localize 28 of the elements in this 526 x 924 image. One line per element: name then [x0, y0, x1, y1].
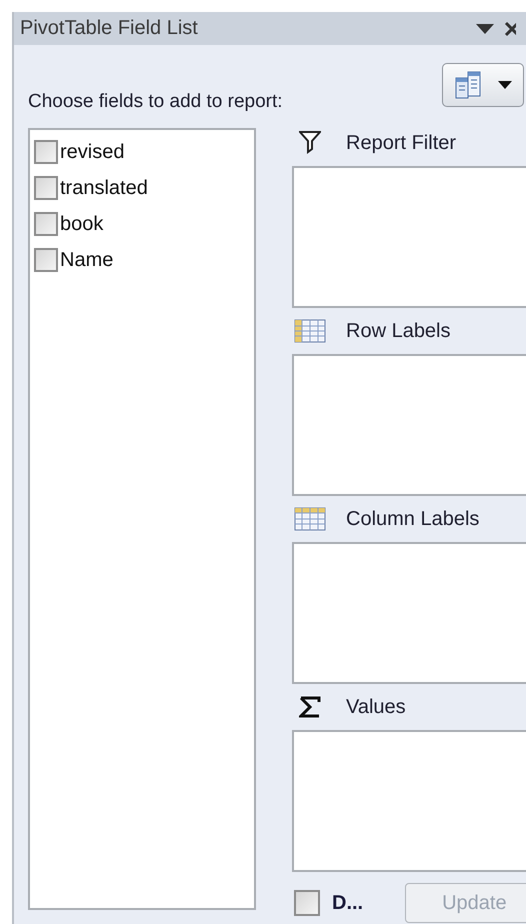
close-icon[interactable] [504, 20, 516, 36]
checkbox[interactable] [34, 248, 58, 272]
caret-icon [498, 81, 512, 89]
checkbox-label: D... [332, 892, 364, 914]
drop-area[interactable] [292, 166, 526, 308]
checkbox[interactable] [294, 890, 320, 916]
window-title: PivotTable Field List [20, 17, 198, 40]
field-label[interactable]: translated [60, 176, 148, 200]
field-label[interactable]: revised [60, 140, 124, 164]
layout-button[interactable] [442, 63, 524, 107]
area-label: Column Labels [346, 508, 480, 530]
checkbox[interactable] [34, 176, 58, 200]
grid-icon [294, 319, 326, 343]
filter-icon [299, 131, 321, 155]
area-label: Row Labels [346, 320, 451, 342]
checkbox[interactable] [34, 212, 58, 236]
area-label: Report Filter [346, 132, 456, 154]
field-label[interactable]: Name [60, 248, 114, 272]
drop-area[interactable] [292, 354, 526, 496]
sigma-icon [299, 695, 321, 719]
grid-icon [294, 507, 326, 531]
drop-area[interactable] [292, 542, 526, 684]
checkbox[interactable] [34, 140, 58, 164]
area-label: Values [346, 696, 406, 718]
drop-area[interactable] [292, 730, 526, 872]
field-label[interactable]: book [60, 212, 104, 236]
instruction-text: Choose fields to add to report: [28, 91, 283, 113]
dropdown-icon[interactable] [476, 24, 494, 34]
